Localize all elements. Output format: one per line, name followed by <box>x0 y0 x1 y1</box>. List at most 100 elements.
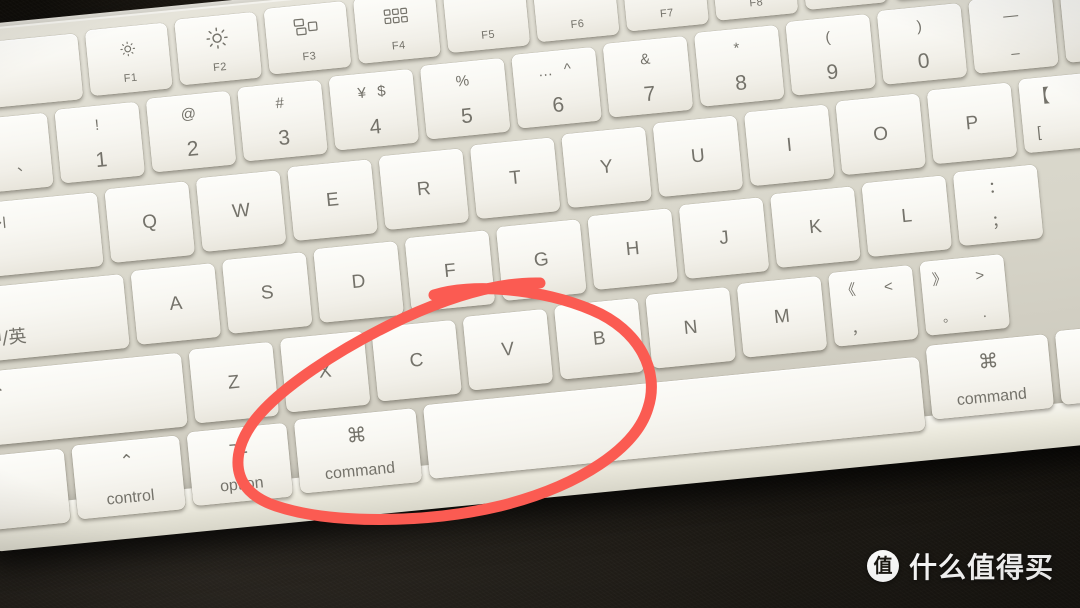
key-1[interactable]: ! 1 <box>54 101 146 184</box>
key-0[interactable]: ) 0 <box>876 2 968 85</box>
key-7[interactable]: & 7 <box>602 35 694 118</box>
key-c-label: C <box>408 349 425 372</box>
key-o-label: O <box>872 123 890 146</box>
key-i-label: I <box>785 134 793 157</box>
key-command-right[interactable]: ⌘ command <box>925 334 1055 420</box>
key-backtick[interactable]: ~ . 、 <box>0 112 54 196</box>
key-fn[interactable]: fn <box>0 448 71 533</box>
key-d[interactable]: D <box>313 241 404 323</box>
key-option-left-label: option <box>219 474 265 496</box>
key-v[interactable]: V <box>462 308 554 391</box>
key-bracket-left[interactable]: 【 [ <box>1017 71 1080 154</box>
key-comma[interactable]: 《 < ， <box>827 264 919 347</box>
key-2[interactable]: @ 2 <box>145 90 237 173</box>
key-semicolon[interactable]: ： ； <box>952 164 1044 247</box>
key-option-left[interactable]: ⌥ option <box>186 422 294 507</box>
option-icon-right: ⌥ <box>1056 333 1080 360</box>
key-6[interactable]: … ^ 6 <box>511 46 602 129</box>
key-esc[interactable]: esc <box>0 33 84 112</box>
key-f[interactable]: F <box>404 230 496 312</box>
key-d-label: D <box>350 270 367 294</box>
key-l[interactable]: L <box>861 175 953 258</box>
key-f1[interactable]: F1 <box>84 22 173 97</box>
key-w[interactable]: W <box>195 170 287 253</box>
key-f3[interactable]: F3 <box>263 1 352 75</box>
key-semicolon-shift: ： <box>987 178 1006 198</box>
key-a[interactable]: A <box>130 263 222 345</box>
key-semicolon-label: ； <box>990 212 1009 231</box>
key-6-label: 6 <box>551 93 566 118</box>
key-period-shift: 》 <box>931 270 948 289</box>
key-0-label: 0 <box>916 49 931 74</box>
key-g[interactable]: G <box>495 219 587 302</box>
key-y[interactable]: Y <box>561 126 652 209</box>
tab-arrow-icon <box>0 192 18 263</box>
key-f2-label: F2 <box>212 60 228 75</box>
key-backtick-dunhao: 、 <box>15 156 33 175</box>
key-7-shift: & <box>639 50 654 69</box>
key-f5[interactable]: F5 <box>442 0 531 54</box>
key-6-shift: … ^ <box>536 60 573 81</box>
key-2-label: 2 <box>185 137 200 162</box>
key-3-label: 3 <box>277 126 292 151</box>
key-s-label: S <box>259 281 275 305</box>
key-control-left-label: control <box>105 486 156 509</box>
key-k[interactable]: K <box>770 186 861 269</box>
command-icon: ⌘ <box>345 423 368 448</box>
control-caret-icon: ⌃ <box>118 450 135 471</box>
key-period-alt2: . <box>981 303 988 322</box>
key-minus[interactable]: — – <box>967 0 1059 74</box>
key-5-label: 5 <box>459 104 474 129</box>
key-comma-label: ， <box>850 319 868 339</box>
key-f4-label: F4 <box>391 39 407 53</box>
key-r-label: R <box>415 178 432 201</box>
key-tab[interactable] <box>0 192 104 280</box>
key-f-label: F <box>443 260 457 283</box>
key-i[interactable]: I <box>743 104 835 187</box>
key-u[interactable]: U <box>652 115 744 198</box>
key-c[interactable]: C <box>371 319 462 402</box>
key-h-label: H <box>624 238 641 261</box>
key-9-label: 9 <box>825 60 840 85</box>
key-command-left[interactable]: ⌘ command <box>293 408 423 494</box>
photo-scene: esc F1 F2 <box>0 0 1080 608</box>
key-8-shift: * <box>732 39 743 58</box>
command-icon-right: ⌘ <box>977 349 1000 374</box>
brightness-down-icon <box>117 39 138 60</box>
key-r[interactable]: R <box>378 148 470 231</box>
brightness-up-icon <box>205 26 230 51</box>
key-9-shift: ( <box>824 28 834 47</box>
key-5-shift: % <box>455 71 472 91</box>
key-h[interactable]: H <box>587 208 679 291</box>
key-command-left-label: command <box>324 459 396 484</box>
key-p[interactable]: P <box>926 82 1018 165</box>
key-m[interactable]: M <box>736 275 828 358</box>
key-9[interactable]: ( 9 <box>785 13 877 96</box>
key-f8-label: F8 <box>748 0 764 10</box>
key-x[interactable]: X <box>279 330 371 413</box>
key-t[interactable]: T <box>469 137 561 220</box>
key-o[interactable]: O <box>835 93 927 176</box>
key-b[interactable]: B <box>553 297 645 380</box>
key-4[interactable]: ¥ $ 4 <box>328 68 420 151</box>
key-f2[interactable]: F2 <box>174 11 263 86</box>
key-3-shift: # <box>274 94 287 113</box>
key-j-label: J <box>718 227 730 250</box>
key-f4[interactable]: F4 <box>352 0 441 64</box>
watermark: 值 什么值得买 <box>866 546 1054 586</box>
key-1-label: 1 <box>94 148 109 173</box>
key-j[interactable]: J <box>678 197 770 280</box>
key-q[interactable]: Q <box>104 181 196 264</box>
key-0-shift: ) <box>915 17 925 36</box>
key-z[interactable]: Z <box>188 341 280 424</box>
key-control-left[interactable]: ⌃ control <box>71 435 186 520</box>
key-3[interactable]: # 3 <box>237 79 328 162</box>
key-n[interactable]: N <box>645 286 737 369</box>
key-g-label: G <box>532 248 550 272</box>
key-s[interactable]: S <box>221 252 313 334</box>
key-period[interactable]: 》 > 。 . <box>919 254 1011 336</box>
key-e[interactable]: E <box>287 159 378 242</box>
key-n-label: N <box>682 316 699 339</box>
key-8[interactable]: * 8 <box>693 24 785 107</box>
key-5[interactable]: % 5 <box>419 57 511 140</box>
